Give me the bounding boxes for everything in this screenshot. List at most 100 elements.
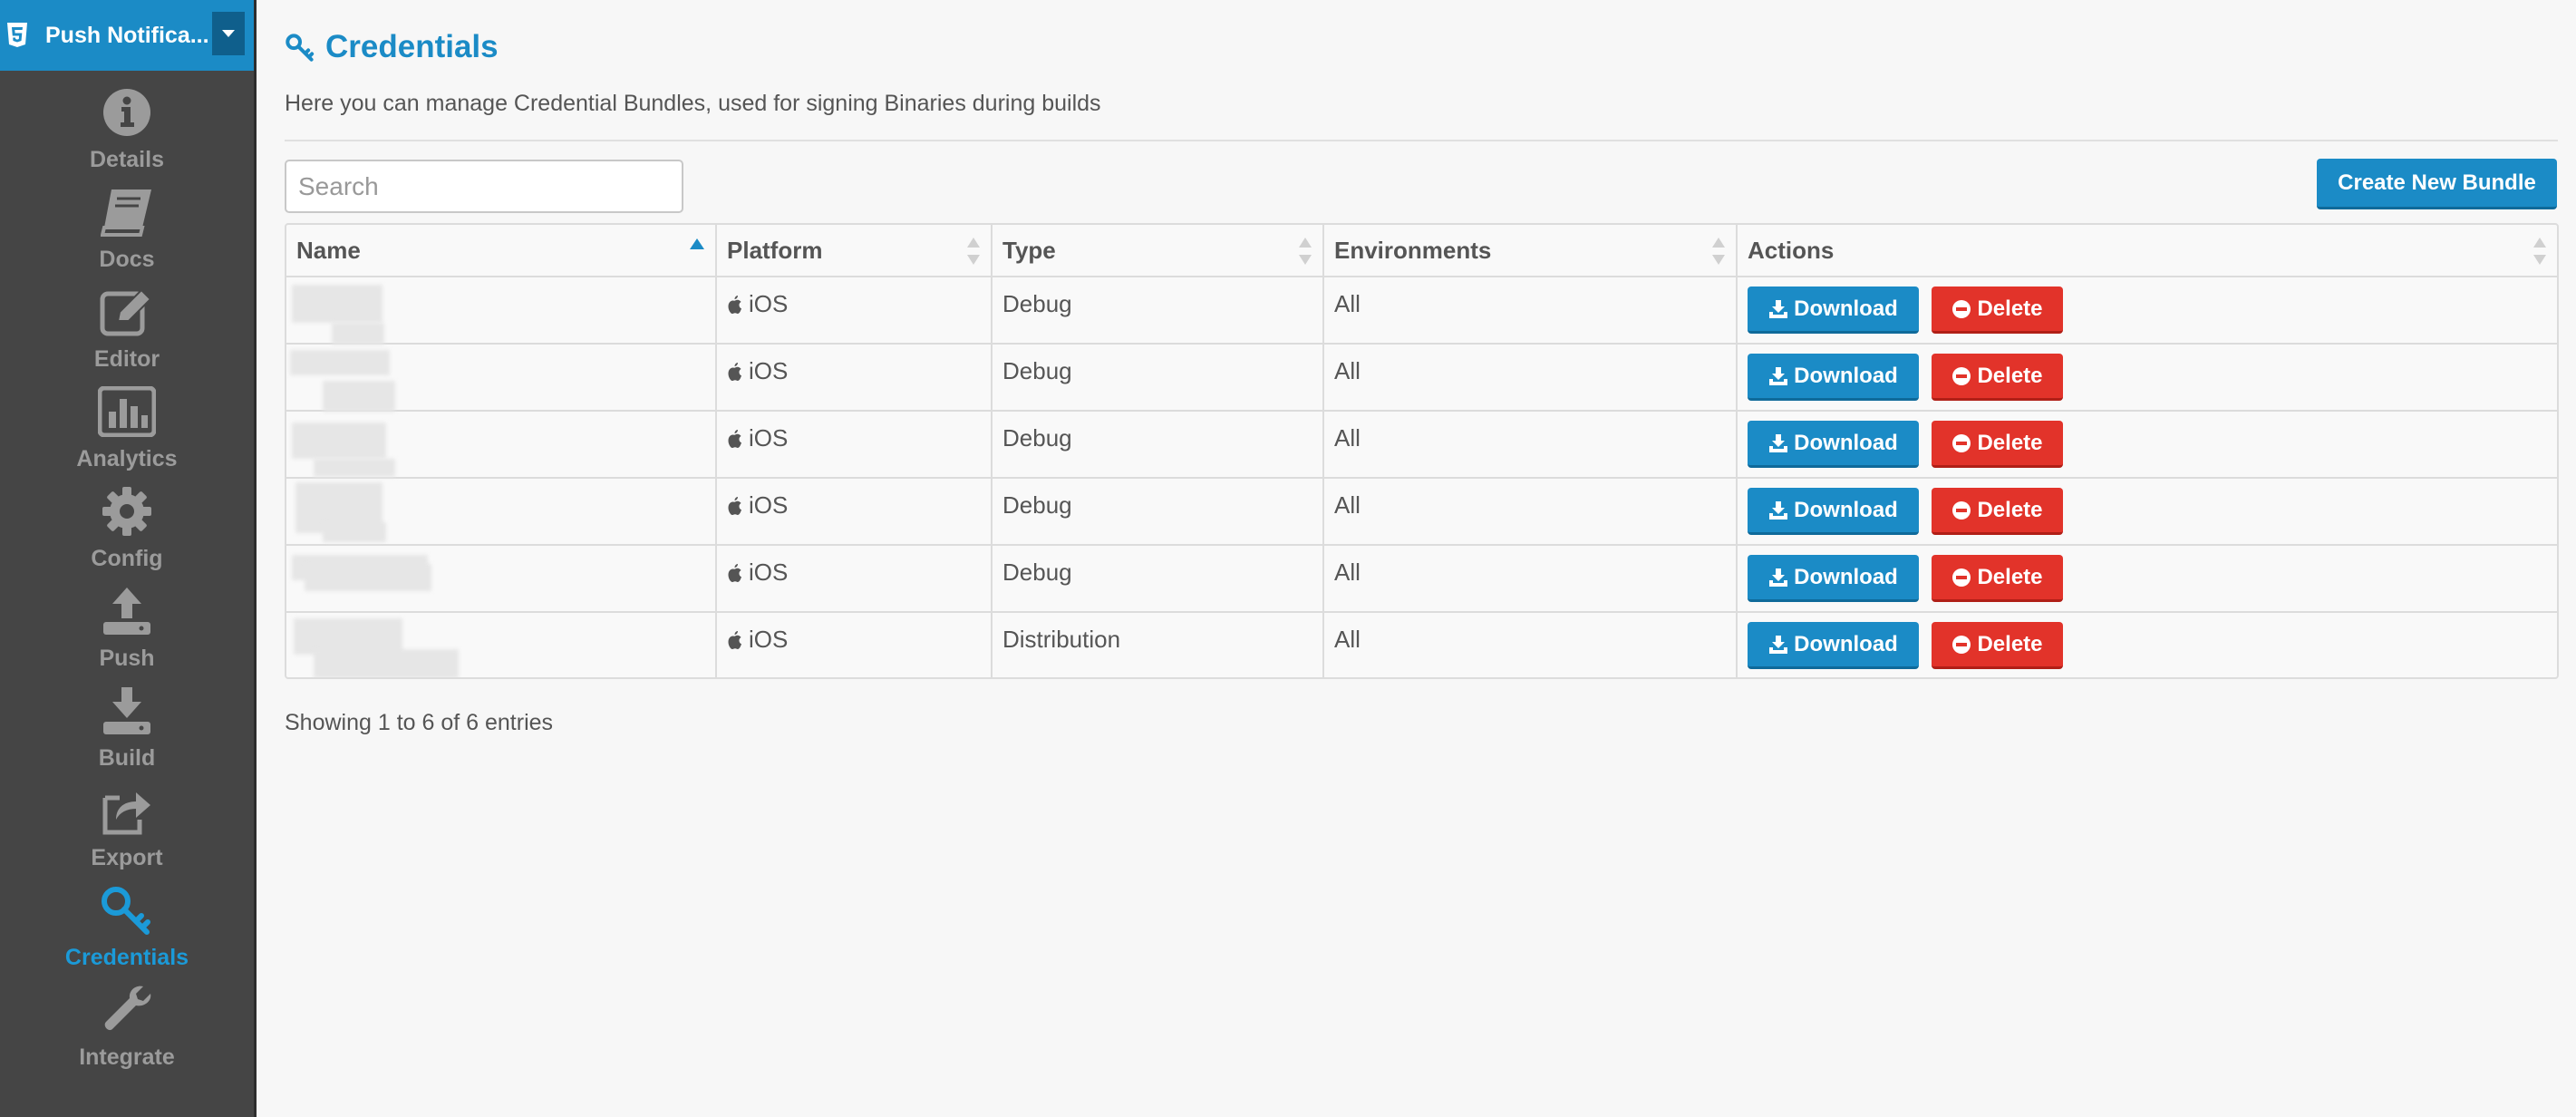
sidebar-item-export[interactable]: Export: [0, 782, 254, 881]
page-subtitle: Here you can manage Credential Bundles, …: [285, 91, 1101, 116]
column-header-actions[interactable]: Actions: [1737, 225, 2557, 277]
cell-actions: Download Delete: [1737, 344, 2557, 412]
sidebar-item-label: Integrate: [79, 1044, 175, 1070]
cell-environments: All: [1323, 411, 1738, 479]
page-title-text: Credentials: [325, 29, 499, 64]
delete-button[interactable]: Delete: [1932, 555, 2063, 602]
sidebar-item-label: Docs: [99, 247, 155, 272]
cell-type: Distribution: [992, 612, 1324, 677]
cell-name: [286, 277, 717, 345]
redacted-name: [290, 350, 390, 375]
create-new-bundle-button[interactable]: Create New Bundle: [2317, 159, 2557, 209]
minus-circle-icon: [1952, 366, 1971, 385]
download-icon: [1769, 366, 1788, 385]
delete-button[interactable]: Delete: [1932, 354, 2063, 401]
search-input[interactable]: [285, 160, 683, 213]
apple-icon: [728, 630, 741, 649]
cell-environments: All: [1323, 545, 1738, 613]
sidebar-item-label: Push: [99, 646, 155, 671]
redacted-name: [292, 423, 386, 459]
redacted-name: [305, 564, 431, 591]
table-header-row: Name Platform Type Environments Actions: [286, 225, 2557, 277]
sidebar-item-label: Analytics: [76, 446, 178, 471]
minus-circle-icon: [1952, 635, 1971, 654]
cell-name: [286, 478, 717, 546]
divider: [285, 140, 2558, 141]
redacted-name: [292, 285, 383, 323]
cell-environments: All: [1323, 478, 1738, 546]
minus-circle-icon: [1952, 568, 1971, 587]
download-button[interactable]: Download: [1748, 488, 1919, 535]
download-icon: [1769, 433, 1788, 452]
key-icon: [286, 34, 315, 62]
download-button[interactable]: Download: [1748, 622, 1919, 669]
cell-environments: All: [1323, 344, 1738, 412]
key-icon: [98, 881, 156, 939]
cell-platform: iOS: [716, 545, 993, 613]
main-content: Credentials Here you can manage Credenti…: [257, 0, 2576, 1117]
sidebar-item-label: Config: [91, 546, 163, 571]
redacted-name: [323, 381, 395, 412]
cell-type: Debug: [992, 277, 1324, 345]
table-row: iOS Debug All Download Delete: [286, 545, 2557, 613]
cell-environments: All: [1323, 612, 1738, 677]
minus-circle-icon: [1952, 299, 1971, 318]
column-header-type[interactable]: Type: [992, 225, 1324, 277]
sidebar-item-label: Export: [91, 845, 163, 870]
cell-type: Debug: [992, 411, 1324, 479]
column-header-platform[interactable]: Platform: [716, 225, 993, 277]
sidebar-item-push[interactable]: Push: [0, 582, 254, 682]
sort-icon: [2533, 238, 2546, 265]
column-header-name[interactable]: Name: [286, 225, 717, 277]
redacted-name: [314, 459, 395, 477]
delete-button[interactable]: Delete: [1932, 287, 2063, 334]
apple-icon: [728, 496, 741, 515]
delete-button[interactable]: Delete: [1932, 421, 2063, 468]
sidebar-item-label: Build: [98, 745, 156, 771]
cell-platform: iOS: [716, 612, 993, 677]
gear-icon: [98, 482, 156, 540]
cell-actions: Download Delete: [1737, 478, 2557, 546]
cell-actions: Download Delete: [1737, 545, 2557, 613]
sidebar-item-details[interactable]: Details: [0, 83, 254, 183]
sidebar-item-editor[interactable]: Editor: [0, 283, 254, 383]
page-title: Credentials: [284, 29, 499, 65]
sidebar-item-build[interactable]: Build: [0, 682, 254, 782]
download-button[interactable]: Download: [1748, 555, 1919, 602]
sidebar-item-integrate[interactable]: Integrate: [0, 981, 254, 1081]
sidebar-item-config[interactable]: Config: [0, 482, 254, 582]
download-button[interactable]: Download: [1748, 354, 1919, 401]
redacted-name: [314, 649, 459, 677]
share-icon: [98, 782, 156, 840]
apple-icon: [728, 429, 741, 448]
bar-chart-icon: [98, 383, 156, 441]
table-row: iOS Debug All Download Delete: [286, 277, 2557, 345]
download-icon: [1769, 568, 1788, 587]
download-button[interactable]: Download: [1748, 421, 1919, 468]
book-icon: [98, 183, 156, 241]
html5-icon: [5, 22, 29, 49]
minus-circle-icon: [1952, 433, 1971, 452]
credentials-table: Name Platform Type Environments Actions …: [285, 223, 2559, 679]
cell-platform: iOS: [716, 344, 993, 412]
cell-platform: iOS: [716, 478, 993, 546]
redacted-name: [332, 323, 384, 345]
sidebar-item-analytics[interactable]: Analytics: [0, 383, 254, 482]
sort-ascending-icon: [690, 238, 704, 249]
cell-type: Debug: [992, 478, 1324, 546]
apple-icon: [728, 563, 741, 582]
cell-actions: Download Delete: [1737, 612, 2557, 677]
download-icon: [1769, 299, 1788, 318]
cell-name: [286, 545, 717, 613]
chevron-down-icon[interactable]: [212, 12, 245, 55]
sidebar-item-label: Editor: [93, 346, 160, 372]
download-button[interactable]: Download: [1748, 287, 1919, 334]
sidebar-item-credentials[interactable]: Credentials: [0, 881, 254, 981]
sort-icon: [967, 238, 980, 265]
sidebar-item-docs[interactable]: Docs: [0, 183, 254, 283]
delete-button[interactable]: Delete: [1932, 622, 2063, 669]
delete-button[interactable]: Delete: [1932, 488, 2063, 535]
app-switcher[interactable]: Push Notifica...: [0, 0, 254, 71]
column-header-environments[interactable]: Environments: [1323, 225, 1738, 277]
edit-icon: [98, 283, 156, 341]
